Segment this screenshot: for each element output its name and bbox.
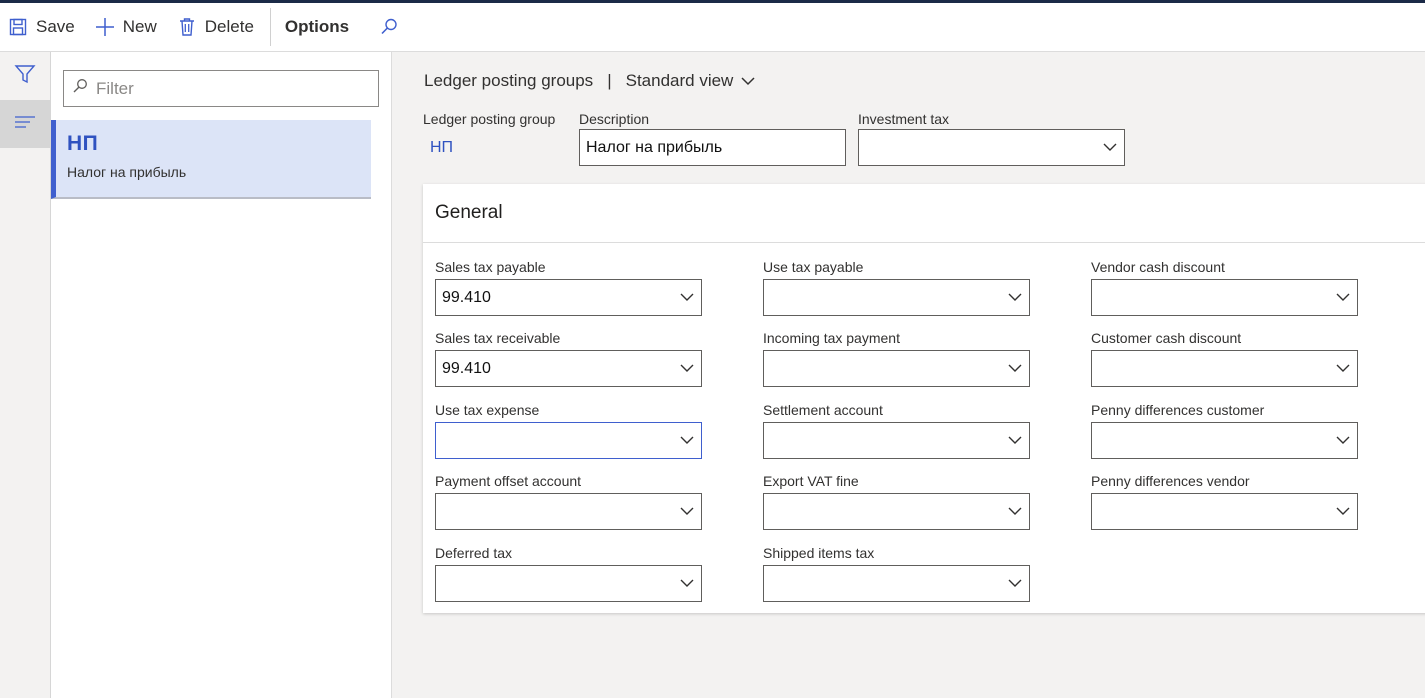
chevron-down-icon [1007,433,1023,452]
use-tax-payable-label: Use tax payable [763,259,864,275]
list-pane: НП Налог на прибыль [51,52,392,698]
chevron-down-icon [679,504,695,523]
vendor-cash-discount-dropdown[interactable] [1091,279,1358,316]
save-button[interactable]: Save [0,3,87,51]
new-button[interactable]: New [87,3,169,51]
penny-differences-vendor-label: Penny differences vendor [1091,473,1250,489]
toolbar-divider [269,8,271,46]
chevron-down-icon [679,361,695,380]
sales-tax-payable-label: Sales tax payable [435,259,546,275]
description-value: Налог на прибыль [586,138,723,156]
chevron-down-icon [679,433,695,452]
new-label: New [122,17,157,36]
filter-input[interactable] [96,78,366,99]
use-tax-expense-dropdown[interactable] [435,422,702,459]
list-item[interactable]: НП Налог на прибыль [51,120,371,199]
chevron-down-icon [1335,504,1351,523]
view-selector[interactable]: Standard view [626,71,756,91]
export-vat-fine-dropdown[interactable] [763,493,1030,530]
general-header[interactable]: General [423,184,1425,243]
shipped-items-tax-dropdown[interactable] [763,565,1030,602]
sales-tax-receivable-label: Sales tax receivable [435,330,561,346]
description-label: Description [579,111,650,127]
deferred-tax-dropdown[interactable] [435,565,702,602]
chevron-down-icon [741,71,755,91]
general-fasttab: General Sales tax payable 99.410 Sales tax… [423,184,1425,613]
chevron-down-icon [679,576,695,595]
chevron-down-icon [1007,290,1023,309]
chevron-down-icon [1335,361,1351,380]
chevron-down-icon [1335,433,1351,452]
action-pane: Save New Delete Options [0,3,1425,52]
filter-icon [14,63,36,90]
list-item-description: Налог на прибыль [67,164,187,180]
penny-differences-customer-label: Penny differences customer [1091,402,1265,418]
chevron-down-icon [1007,576,1023,595]
delete-button[interactable]: Delete [169,3,266,51]
settlement-account-label: Settlement account [763,402,883,418]
trash-icon [177,17,197,37]
navigation-rail [0,52,51,698]
shipped-items-tax-label: Shipped items tax [763,545,875,561]
view-label: Standard view [625,71,734,90]
chevron-down-icon [1335,290,1351,309]
customer-cash-discount-label: Customer cash discount [1091,330,1242,346]
vendor-cash-discount-label: Vendor cash discount [1091,259,1225,275]
save-icon [8,17,28,37]
save-label: Save [36,17,75,36]
chevron-down-icon [1102,140,1118,159]
sales-tax-receivable-value: 99.410 [442,359,491,377]
ledger-posting-group-label: Ledger posting group [423,111,556,127]
incoming-tax-payment-dropdown[interactable] [763,350,1030,387]
sales-tax-payable-value: 99.410 [442,288,491,306]
penny-differences-customer-dropdown[interactable] [1091,422,1358,459]
chevron-down-icon [1007,504,1023,523]
penny-differences-vendor-dropdown[interactable] [1091,493,1358,530]
search-button[interactable] [369,3,417,51]
details-pane: Ledger posting groups | Standard view Le… [392,52,1425,698]
chevron-down-icon [1007,361,1023,380]
incoming-tax-payment-label: Incoming tax payment [763,330,900,346]
list-item-code: НП [67,132,99,155]
page-title: Ledger posting groups [424,71,594,90]
customer-cash-discount-dropdown[interactable] [1091,350,1358,387]
search-icon [379,17,399,37]
export-vat-fine-label: Export VAT fine [763,473,859,489]
payment-offset-account-dropdown[interactable] [435,493,702,530]
chevron-down-icon [679,290,695,309]
general-title: General [435,202,503,223]
filter-pane-button[interactable] [0,52,50,100]
options-button[interactable]: Options [275,3,369,51]
delete-label: Delete [204,17,254,36]
sales-tax-receivable-dropdown[interactable]: 99.410 [435,350,702,387]
investment-tax-dropdown[interactable] [858,129,1125,166]
settlement-account-dropdown[interactable] [763,422,1030,459]
use-tax-payable-dropdown[interactable] [763,279,1030,316]
list-pane-button[interactable] [0,100,50,148]
ledger-posting-group-field[interactable]: НП [423,130,550,166]
description-field[interactable]: Налог на прибыль [579,129,846,166]
list-icon [14,111,36,138]
sales-tax-payable-dropdown[interactable]: 99.410 [435,279,702,316]
breadcrumb-separator: | [607,71,612,90]
deferred-tax-label: Deferred tax [435,545,513,561]
plus-icon [95,17,115,37]
filter-box [63,70,379,107]
search-icon [72,78,88,99]
use-tax-expense-label: Use tax expense [435,402,540,418]
payment-offset-account-label: Payment offset account [435,473,582,489]
breadcrumb: Ledger posting groups | Standard view [424,71,755,91]
investment-tax-label: Investment tax [858,111,950,127]
